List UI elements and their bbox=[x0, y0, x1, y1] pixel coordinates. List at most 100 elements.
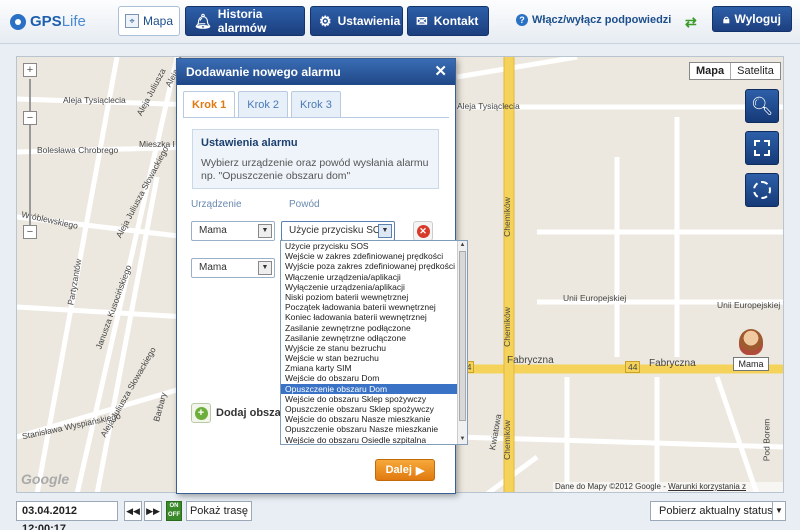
help-toggle[interactable]: ? Włącz/wyłącz podpowiedzi bbox=[516, 14, 671, 26]
dropdown-option[interactable]: Wejście do obszaru Dom bbox=[281, 373, 467, 383]
logout-label: Wyloguj bbox=[734, 12, 781, 26]
bottom-bar: 03.04.2012 12:00:17 ◀◀ ▶▶ ON OFF Pokaż t… bbox=[0, 496, 800, 530]
street-label: Aleja Tysiąclecia bbox=[457, 101, 520, 111]
dropdown-option[interactable]: Wejście w zakres zdefiniowanej prędkości bbox=[281, 251, 467, 261]
dashed-square-icon bbox=[754, 140, 770, 156]
map-type-satellite-button[interactable]: Satelita bbox=[731, 63, 780, 79]
copyright-text: Dane do Mapy ©2012 Google - bbox=[555, 482, 669, 491]
street-label: Fabryczna bbox=[507, 355, 554, 366]
zoom-control[interactable]: + − − bbox=[23, 63, 39, 243]
device-select-row1[interactable]: Mama ▼ bbox=[191, 221, 275, 241]
tab-map[interactable]: ⌖ Mapa bbox=[118, 6, 180, 36]
add-area-label: Dodaj obszar bbox=[216, 407, 286, 419]
scroll-up-icon[interactable]: ▲ bbox=[458, 241, 467, 250]
zoom-slider-track[interactable] bbox=[29, 79, 31, 229]
device-column-header: Urządzenie bbox=[191, 199, 242, 210]
reason-select-row1[interactable]: Użycie przycisku SOS ▼ bbox=[281, 221, 395, 241]
avatar bbox=[739, 329, 763, 355]
reason-select-value: Użycie przycisku SOS bbox=[289, 225, 388, 236]
street-label: Bolesława Chrobrego bbox=[37, 145, 119, 155]
dropdown-option[interactable]: Wyjście poza zakres zdefiniowanej prędko… bbox=[281, 261, 467, 271]
dropdown-option[interactable]: Wyjście ze stanu bezruchu bbox=[281, 343, 467, 353]
dropdown-option[interactable]: Wejście w stan bezruchu bbox=[281, 353, 467, 363]
dropdown-option[interactable]: Początek ładowania baterii wewnętrznej bbox=[281, 302, 467, 312]
close-icon[interactable]: ✕ bbox=[434, 59, 447, 85]
map-type-switcher: Mapa Satelita bbox=[689, 62, 781, 80]
tab-settings[interactable]: ⚙ Ustawienia bbox=[310, 6, 403, 36]
next-label: Dalej bbox=[385, 464, 412, 476]
forward-button[interactable]: ▶▶ bbox=[144, 501, 162, 521]
dropdown-option[interactable]: Wejście do obszaru Nasze mieszkanie bbox=[281, 414, 467, 424]
street-label: Aleja Tysiąclecia bbox=[63, 95, 126, 105]
device-select-value: Mama bbox=[199, 262, 227, 273]
tab-step-1[interactable]: Krok 1 bbox=[183, 91, 236, 118]
select-area-button[interactable] bbox=[745, 131, 779, 165]
google-logo: Google bbox=[21, 471, 70, 487]
on-off-toggle[interactable]: ON OFF bbox=[166, 501, 182, 521]
show-route-button[interactable]: Pokaż trasę bbox=[186, 501, 252, 521]
device-select-value: Mama bbox=[199, 225, 227, 236]
dropdown-option[interactable]: Opuszczenie obszaru Sklep spożywczy bbox=[281, 404, 467, 414]
get-status-button[interactable]: Pobierz aktualny status bbox=[650, 501, 782, 521]
scroll-down-icon[interactable]: ▼ bbox=[458, 435, 467, 444]
device-select-row2[interactable]: Mama ▼ bbox=[191, 258, 275, 278]
dropdown-option[interactable]: Opuszczenie obszaru Nasze mieszkanie bbox=[281, 424, 467, 434]
dropdown-scrollbar[interactable]: ▲ ▼ bbox=[457, 241, 467, 444]
help-icon: ? bbox=[516, 14, 528, 26]
street-label: Chemików bbox=[501, 420, 512, 460]
lock-icon: 🔒︎ bbox=[723, 11, 730, 26]
logout-button[interactable]: 🔒︎ Wyloguj bbox=[712, 6, 792, 32]
street-label: Fabryczna bbox=[649, 358, 696, 369]
dashed-circle-plus-icon bbox=[753, 181, 771, 199]
zoom-in-button[interactable]: + bbox=[23, 63, 37, 77]
reason-dropdown-list[interactable]: Użycie przycisku SOS Wejście w zakres zde… bbox=[280, 240, 468, 445]
dropdown-option[interactable]: Opuszczenie obszaru Dom bbox=[281, 383, 467, 394]
tab-contact[interactable]: ✉ Kontakt bbox=[407, 6, 489, 36]
info-text: Wybierz urządzenie oraz powód wysłania a… bbox=[201, 157, 429, 182]
dropdown-option[interactable]: Koniec ładowania baterii wewnętrznej bbox=[281, 312, 467, 322]
remove-row-button[interactable]: ✕ bbox=[413, 221, 433, 241]
next-button[interactable]: Dalej ▶ bbox=[375, 459, 435, 481]
dropdown-option[interactable]: Zasilanie zewnętrzne podłączone bbox=[281, 323, 467, 333]
close-icon: ✕ bbox=[416, 224, 430, 238]
sync-arrows-icon[interactable]: ⇄ bbox=[685, 14, 697, 31]
dropdown-options: Użycie przycisku SOS Wejście w zakres zde… bbox=[281, 241, 467, 444]
dropdown-option[interactable]: Wyłączenie urządzenia/aplikacji bbox=[281, 282, 467, 292]
dropdown-option[interactable]: Zasilanie zewnętrzne odłączone bbox=[281, 333, 467, 343]
alarm-settings-info: Ustawienia alarmu Wybierz urządzenie ora… bbox=[192, 129, 439, 189]
add-area-button[interactable]: + Dodaj obszar bbox=[191, 403, 285, 423]
dropdown-option[interactable]: Włączenie urządzenia/aplikacji bbox=[281, 272, 467, 282]
dropdown-option[interactable]: Wejście do obszaru Sklep spożywczy bbox=[281, 394, 467, 404]
dialog-title: Dodawanie nowego alarmu bbox=[186, 65, 341, 79]
device-marker[interactable]: Mama bbox=[733, 329, 769, 371]
road-number-badge: 44 bbox=[625, 361, 641, 373]
magnifier-icon: 🔍︎ bbox=[750, 95, 774, 116]
on-label: ON bbox=[169, 503, 179, 509]
map-type-map-button[interactable]: Mapa bbox=[690, 63, 732, 79]
tab-settings-label: Ustawienia bbox=[337, 14, 401, 28]
tab-map-label: Mapa bbox=[142, 14, 174, 28]
device-marker-label: Mama bbox=[733, 357, 769, 371]
tab-step-2[interactable]: Krok 2 bbox=[238, 91, 289, 117]
chevron-down-icon: ▼ bbox=[258, 261, 272, 275]
dropdown-option[interactable]: Zmiana karty SIM bbox=[281, 363, 467, 373]
zoom-out-button[interactable]: − bbox=[23, 225, 37, 239]
zoom-slider-handle[interactable]: − bbox=[23, 111, 37, 125]
tab-step-3[interactable]: Krok 3 bbox=[291, 91, 341, 117]
search-map-button[interactable]: 🔍︎ bbox=[745, 89, 779, 123]
wizard-steps: Krok 1 Krok 2 Krok 3 bbox=[183, 91, 341, 118]
dropdown-option[interactable]: Użycie przycisku SOS bbox=[281, 241, 467, 251]
off-label: OFF bbox=[168, 512, 180, 518]
previous-button[interactable]: ◀◀ bbox=[124, 501, 142, 521]
dropdown-option[interactable]: Niski poziom baterii wewnętrznej bbox=[281, 292, 467, 302]
divider bbox=[183, 117, 449, 118]
add-area-map-button[interactable] bbox=[745, 173, 779, 207]
add-icon: + bbox=[191, 403, 211, 423]
scrollbar-thumb[interactable] bbox=[459, 251, 466, 421]
gpslife-logo: GPSLife bbox=[10, 13, 86, 30]
tab-alarm-history[interactable]: 🔔︎ Historia alarmów bbox=[185, 6, 305, 36]
dropdown-option[interactable]: Wejście do obszaru Osiedle szpitalna bbox=[281, 435, 467, 444]
tab-contact-label: Kontakt bbox=[433, 14, 479, 28]
chevron-down-icon[interactable]: ▼ bbox=[772, 501, 786, 521]
chevron-down-icon: ▼ bbox=[378, 224, 392, 238]
